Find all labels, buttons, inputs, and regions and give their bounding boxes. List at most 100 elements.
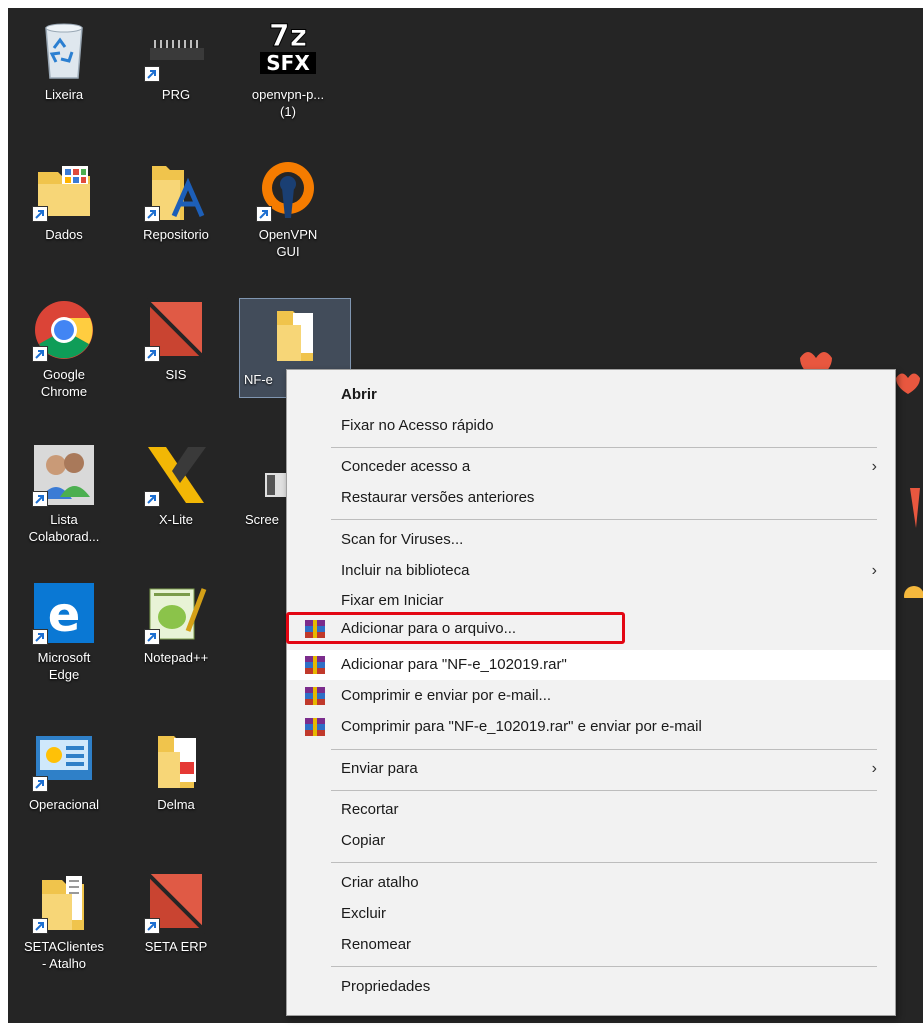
users-icon: [32, 443, 96, 507]
menu-item-label: Copiar: [341, 832, 386, 849]
desktop-icon-x-lite[interactable]: X-Lite: [133, 443, 219, 528]
menu-item-label: Comprimir para "NF-e_102019.rar" e envia…: [341, 718, 702, 735]
annotation-highlight-box: [286, 612, 625, 644]
desktop-icon-seta-erp[interactable]: SETA ERP: [133, 870, 219, 955]
shortcut-arrow-icon: [256, 206, 272, 222]
chevron-right-icon: ›: [871, 760, 877, 777]
shortcut-arrow-icon: [32, 629, 48, 645]
menu-separator: [331, 966, 877, 967]
menu-item-label: Recortar: [341, 801, 399, 818]
icon-label: Operacional: [28, 797, 100, 812]
menu-separator: [331, 862, 877, 863]
icon-label: OpenVPN GUI: [258, 227, 318, 259]
icon-label: openvpn-p... (1): [251, 87, 325, 119]
shortcut-arrow-icon: [144, 206, 160, 222]
desktop-icon-prg[interactable]: PRG: [133, 18, 219, 103]
icon-label: SIS: [165, 367, 187, 382]
shortcut-arrow-icon: [144, 66, 160, 82]
menu-item-fixar-acesso-rapido[interactable]: Fixar no Acesso rápido: [287, 411, 895, 441]
menu-item-scan-viruses[interactable]: Scan for Viruses...: [287, 525, 895, 555]
shortcut-arrow-icon: [32, 206, 48, 222]
menu-separator: [331, 790, 877, 791]
menu-item-conceder-acesso[interactable]: Conceder acesso a ›: [287, 452, 895, 482]
shortcut-arrow-icon: [144, 629, 160, 645]
icon-label: Delma: [157, 797, 195, 812]
svg-text:7z: 7z: [269, 19, 307, 54]
icon-label: Notepad++: [143, 650, 209, 665]
desktop-icon-notepad-plus-plus[interactable]: Notepad++: [133, 581, 219, 666]
desktop-icon-openvpn-gui[interactable]: OpenVPN GUI: [245, 158, 331, 260]
desktop-icon-repositorio[interactable]: Repositorio: [133, 158, 219, 243]
desktop-icon-dados[interactable]: Dados: [21, 158, 107, 243]
shortcut-arrow-icon: [32, 918, 48, 934]
desktop-icon-openvpn-sfx[interactable]: 7z SFX openvpn-p... (1): [245, 18, 331, 120]
desktop-icon-operacional[interactable]: Operacional: [21, 728, 107, 813]
shortcut-arrow-icon: [144, 491, 160, 507]
menu-item-label: Comprimir e enviar por e-mail...: [341, 687, 552, 704]
menu-item-restaurar-versoes[interactable]: Restaurar versões anteriores: [287, 483, 895, 513]
menu-item-enviar-para[interactable]: Enviar para ›: [287, 754, 895, 784]
sis-icon: [144, 298, 208, 362]
winrar-icon: [305, 718, 325, 736]
menu-item-label: Scan for Viruses...: [341, 531, 464, 548]
menu-item-incluir-biblioteca[interactable]: Incluir na biblioteca ›: [287, 556, 895, 586]
menu-item-propriedades[interactable]: Propriedades: [287, 972, 895, 1002]
icon-label: Microsoft Edge: [37, 650, 91, 682]
chevron-right-icon: ›: [871, 458, 877, 475]
shortcut-arrow-icon: [32, 491, 48, 507]
menu-item-label: Incluir na biblioteca: [341, 562, 470, 579]
winrar-icon: [305, 687, 325, 705]
menu-separator: [331, 447, 877, 448]
icon-label: SETA ERP: [144, 939, 208, 954]
menu-item-label: Adicionar para "NF-e_102019.rar": [341, 656, 567, 673]
desktop-icon-google-chrome[interactable]: Google Chrome: [21, 298, 107, 400]
shortcut-arrow-icon: [144, 918, 160, 934]
menu-item-abrir[interactable]: Abrir: [287, 380, 895, 410]
chevron-right-icon: ›: [871, 562, 877, 579]
desktop-icon-sis[interactable]: SIS: [133, 298, 219, 383]
pdf-folder-icon: [144, 728, 208, 792]
menu-separator: [331, 519, 877, 520]
7z-sfx-icon: 7z SFX: [256, 18, 320, 82]
menu-item-adicionar-rar[interactable]: Adicionar para "NF-e_102019.rar": [287, 650, 895, 680]
menu-item-comprimir-email[interactable]: Comprimir e enviar por e-mail...: [287, 681, 895, 711]
shortcut-arrow-icon: [144, 346, 160, 362]
x-lite-icon: [144, 443, 208, 507]
menu-item-label: Restaurar versões anteriores: [341, 489, 535, 506]
folder-icon: [32, 870, 96, 934]
menu-item-renomear[interactable]: Renomear: [287, 930, 895, 960]
seta-erp-icon: [144, 870, 208, 934]
desktop-icon-delma[interactable]: Delma: [133, 728, 219, 813]
chrome-icon: [32, 298, 96, 362]
menu-item-label: Renomear: [341, 936, 412, 953]
icon-label: Google Chrome: [40, 367, 88, 399]
recycle-bin-icon: [32, 18, 96, 82]
desktop-icon-lixeira[interactable]: Lixeira: [21, 18, 107, 103]
winrar-icon: [305, 656, 325, 674]
menu-item-label: Conceder acesso a: [341, 458, 471, 475]
folder-icon: [263, 303, 327, 367]
menu-item-label: Excluir: [341, 905, 387, 922]
icon-label: PRG: [161, 87, 191, 102]
menu-item-label: Propriedades: [341, 978, 431, 995]
menu-item-comprimir-rar-email[interactable]: Comprimir para "NF-e_102019.rar" e envia…: [287, 712, 895, 742]
shortcut-arrow-icon: [32, 346, 48, 362]
icon-label: Repositorio: [143, 227, 209, 242]
menu-item-copiar[interactable]: Copiar: [287, 826, 895, 856]
icon-label: X-Lite: [159, 512, 193, 527]
desktop-icon-setaclientes[interactable]: SETAClientes - Atalho: [21, 870, 107, 972]
folder-icon: [32, 158, 96, 222]
context-menu: Abrir Fixar no Acesso rápido Conceder ac…: [286, 369, 896, 1016]
menu-item-label: Fixar em Iniciar: [341, 592, 444, 609]
desktop-icon-lista-colaboradores[interactable]: Lista Colaborad...: [21, 443, 107, 545]
menu-item-recortar[interactable]: Recortar: [287, 795, 895, 825]
icon-label: SETAClientes - Atalho: [24, 939, 104, 971]
svg-text:e: e: [48, 587, 81, 643]
svg-text:SFX: SFX: [266, 51, 310, 75]
desktop-icon-microsoft-edge[interactable]: e Microsoft Edge: [21, 581, 107, 683]
shortcut-arrow-icon: [32, 776, 48, 792]
menu-item-criar-atalho[interactable]: Criar atalho: [287, 868, 895, 898]
menu-item-excluir[interactable]: Excluir: [287, 899, 895, 929]
icon-label: Lixeira: [44, 87, 84, 102]
menu-separator: [331, 749, 877, 750]
